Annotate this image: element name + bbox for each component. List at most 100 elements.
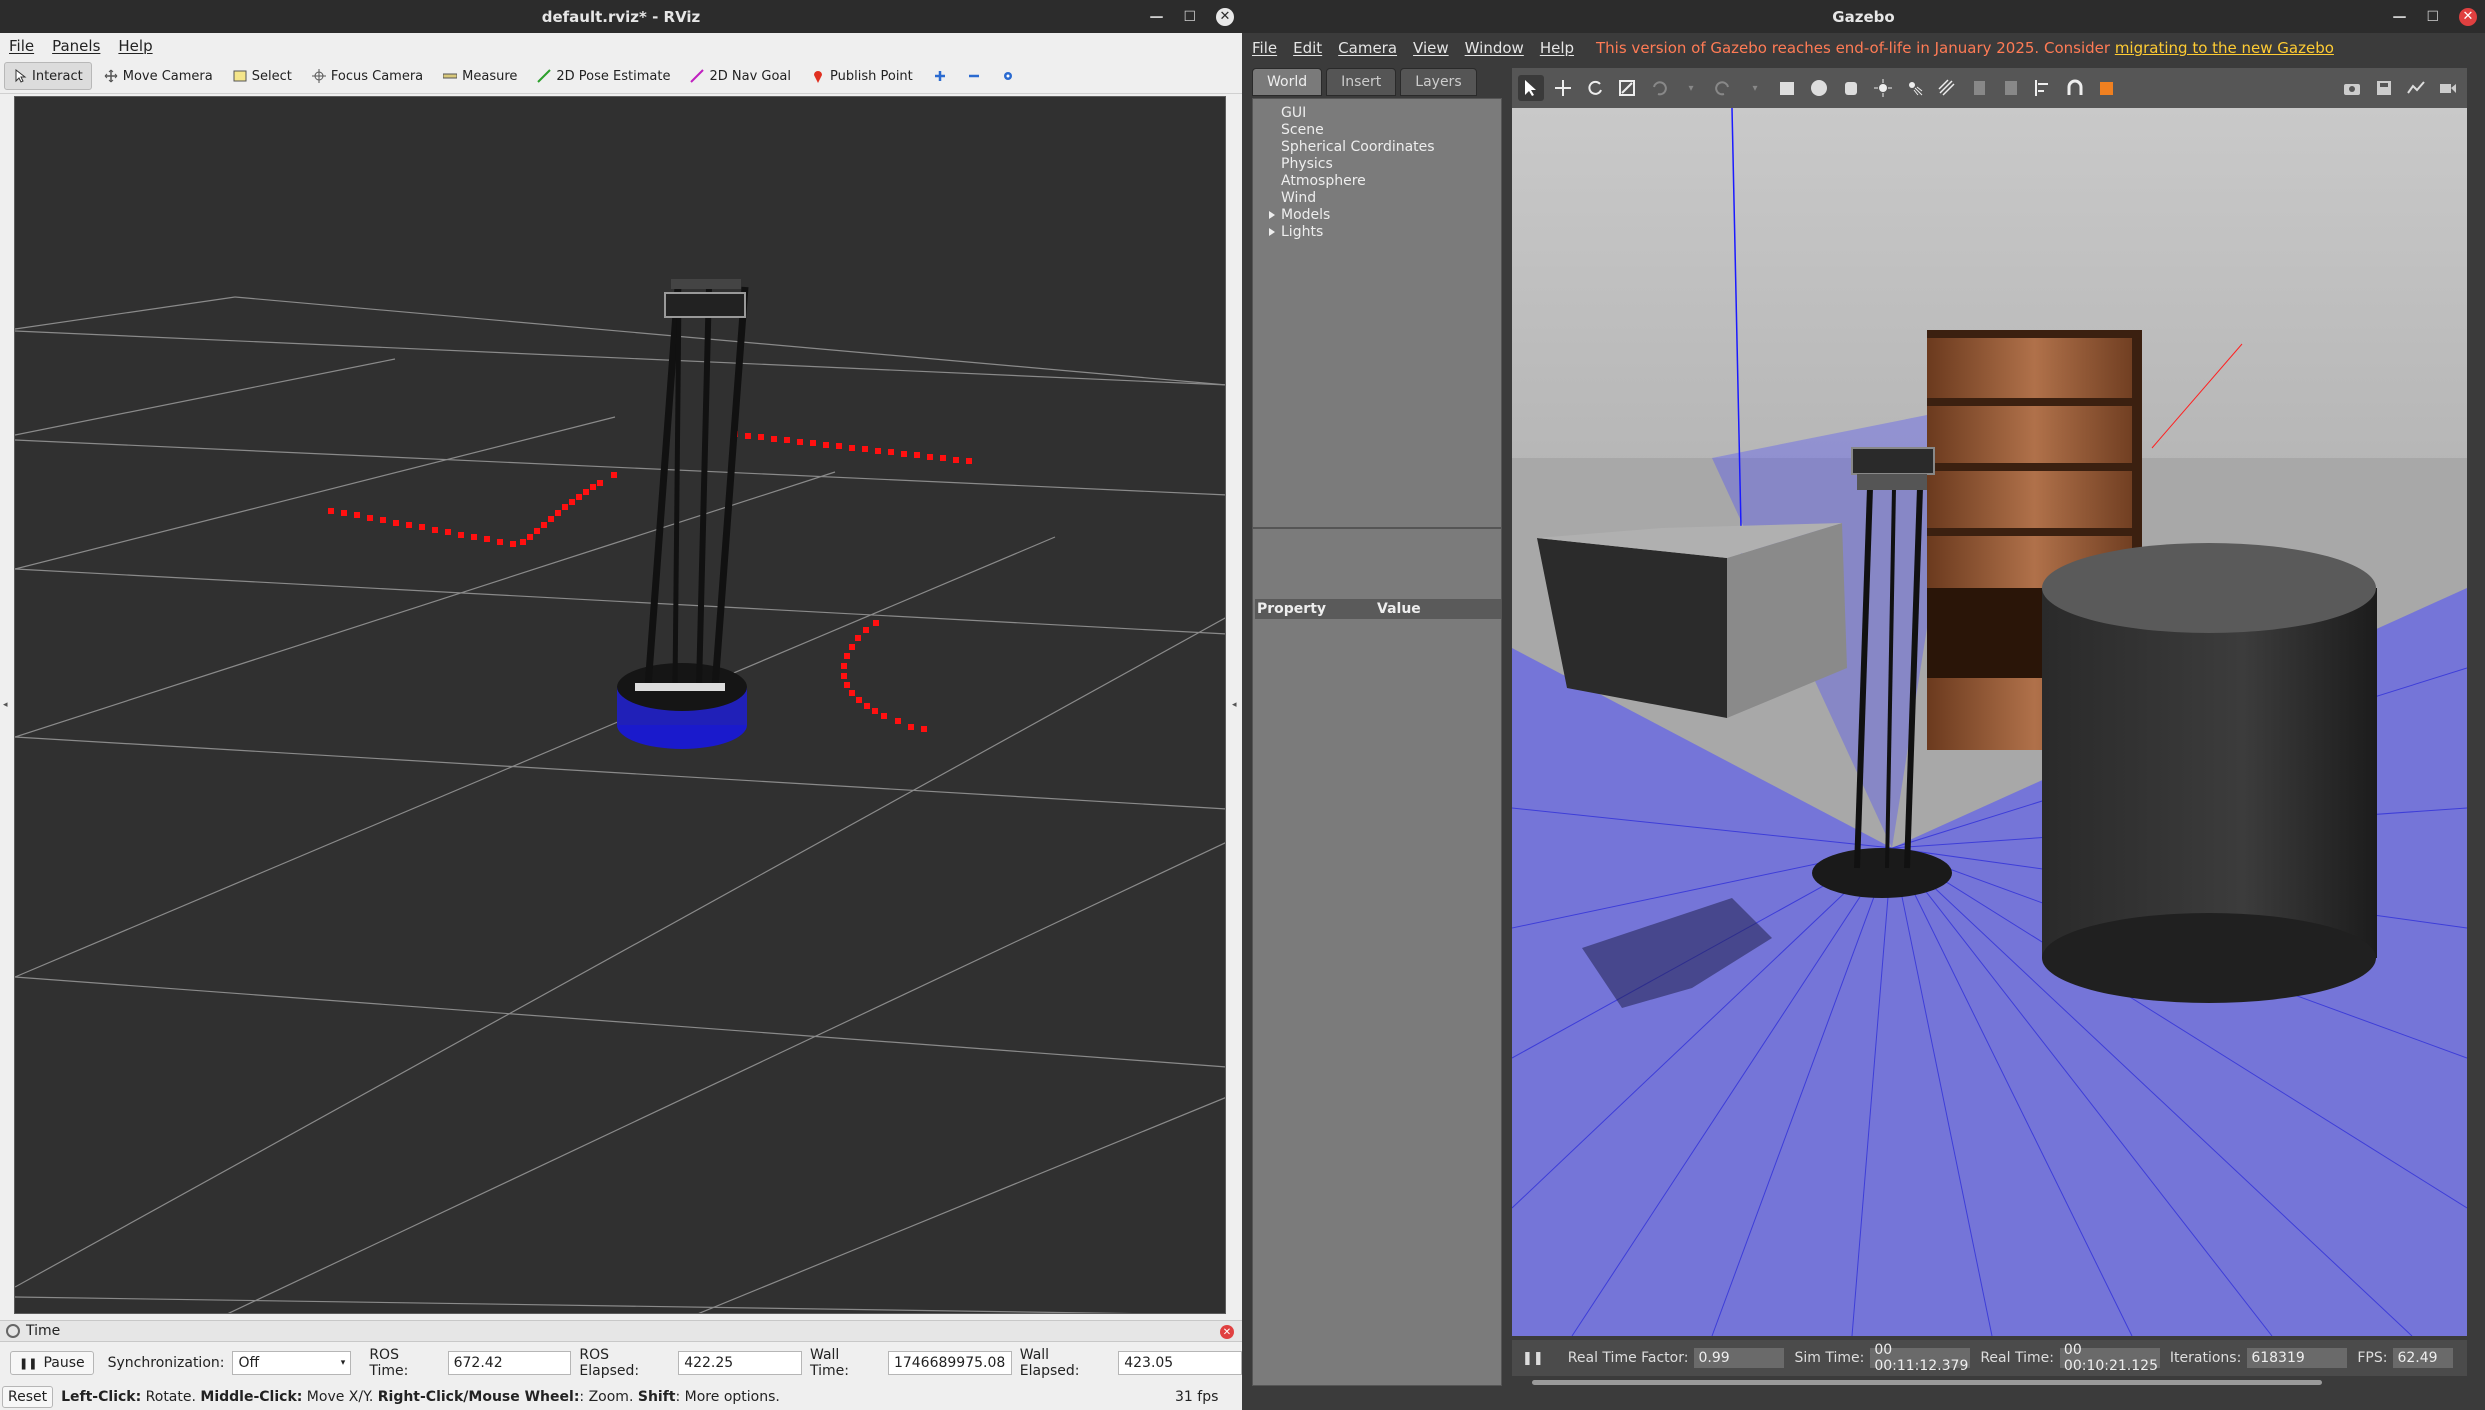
menu-edit[interactable]: Edit <box>1293 39 1322 57</box>
tool-select[interactable]: Select <box>225 62 300 90</box>
close-icon[interactable]: ✕ <box>1216 7 1234 26</box>
tool-properties-button[interactable] <box>993 62 1023 90</box>
insert-box-button[interactable] <box>1774 75 1800 101</box>
tree-item-scene[interactable]: Scene <box>1281 122 1501 139</box>
align-button[interactable] <box>2030 75 2056 101</box>
rviz-3d-view[interactable] <box>14 96 1226 1314</box>
chevron-down-icon: ▾ <box>340 1358 346 1368</box>
menu-panels[interactable]: Panels <box>52 37 100 55</box>
plus-icon <box>934 71 945 81</box>
tool-2d-nav-goal[interactable]: 2D Nav Goal <box>682 62 799 90</box>
ros-elapsed-label: ROS Elapsed: <box>579 1347 640 1379</box>
screenshot-button[interactable] <box>2339 75 2365 101</box>
ros-elapsed-field[interactable]: 422.25 <box>678 1351 802 1375</box>
paste-icon <box>2005 81 2017 95</box>
insert-cylinder-button[interactable] <box>1838 75 1864 101</box>
tab-world[interactable]: World <box>1252 68 1323 96</box>
tool-label: 2D Nav Goal <box>709 68 792 84</box>
insert-sphere-button[interactable] <box>1806 75 1832 101</box>
menu-camera[interactable]: Camera <box>1338 39 1397 57</box>
translate-mode-button[interactable] <box>1550 75 1576 101</box>
tree-item-spherical-coordinates[interactable]: Spherical Coordinates <box>1281 139 1501 156</box>
copy-button[interactable] <box>1966 75 1992 101</box>
tool-measure[interactable]: Measure <box>435 62 525 90</box>
close-panel-icon[interactable]: ✕ <box>1220 1325 1234 1339</box>
gazebo-3d-view[interactable] <box>1512 108 2467 1336</box>
tool-publish-point[interactable]: Publish Point <box>803 62 921 90</box>
add-tool-button[interactable] <box>925 62 955 90</box>
menu-view[interactable]: View <box>1413 39 1449 57</box>
tool-focus-camera[interactable]: Focus Camera <box>304 62 431 90</box>
scrollbar-thumb[interactable] <box>1532 1380 2322 1385</box>
wall-time-field[interactable]: 1746689975.08 <box>887 1351 1012 1375</box>
tree-item-gui[interactable]: GUI <box>1281 105 1501 122</box>
paste-button[interactable] <box>1998 75 2024 101</box>
directional-light-button[interactable] <box>1934 75 1960 101</box>
desktop: default.rviz* - RViz — ☐ ✕ File Panels H… <box>0 0 2485 1410</box>
tree-item-models[interactable]: Models <box>1269 207 1501 224</box>
time-panel: Time ✕ ❚❚ Pause Synchronization: Off ▾ R… <box>0 1320 1243 1410</box>
spot-light-button[interactable] <box>1902 75 1928 101</box>
redo-icon <box>1715 81 1729 96</box>
change-view-button[interactable] <box>2094 75 2120 101</box>
tool-move-camera[interactable]: Move Camera <box>96 62 221 90</box>
world-tree: GUI Scene Spherical Coordinates Physics … <box>1252 98 1502 528</box>
nav-goal-icon <box>690 69 705 83</box>
property-column-header: Property <box>1257 601 1327 617</box>
undo-button[interactable] <box>1646 75 1672 101</box>
menu-file[interactable]: File <box>1252 39 1277 57</box>
expand-arrow-icon[interactable] <box>1269 211 1275 219</box>
migration-link[interactable]: migrating to the new Gazebo <box>2115 39 2334 57</box>
maximize-icon[interactable]: ☐ <box>2426 9 2439 25</box>
menu-window[interactable]: Window <box>1465 39 1524 57</box>
sync-select[interactable]: Off ▾ <box>232 1351 352 1375</box>
pause-icon: ❚❚ <box>1522 1350 1544 1366</box>
menu-file[interactable]: File <box>9 37 34 55</box>
close-icon[interactable]: ✕ <box>2459 7 2477 26</box>
ros-time-field[interactable]: 672.42 <box>447 1351 572 1375</box>
hint-left-click: Left-Click: <box>61 1389 142 1405</box>
tree-item-label: Models <box>1281 207 1331 223</box>
rviz-titlebar[interactable]: default.rviz* - RViz — ☐ ✕ <box>0 0 1242 33</box>
pause-button[interactable]: ❚❚ Pause <box>10 1351 94 1375</box>
video-camera-icon <box>2440 84 2456 93</box>
fps-label: FPS: <box>2357 1350 2388 1366</box>
tree-item-lights[interactable]: Lights <box>1269 224 1501 241</box>
tab-layers[interactable]: Layers <box>1400 68 1477 96</box>
horizontal-scrollbar[interactable] <box>1512 1378 2467 1386</box>
redo-history-button[interactable]: ▾ <box>1742 75 1768 101</box>
log-button[interactable] <box>2371 75 2397 101</box>
minimize-icon[interactable]: — <box>1149 9 1163 25</box>
cylinder-model <box>2042 543 2377 1003</box>
ros-elapsed-value: 422.25 <box>684 1355 734 1371</box>
tree-item-atmosphere[interactable]: Atmosphere <box>1281 173 1501 190</box>
undo-history-button[interactable]: ▾ <box>1678 75 1704 101</box>
point-light-button[interactable] <box>1870 75 1896 101</box>
tool-2d-pose-estimate[interactable]: 2D Pose Estimate <box>529 62 678 90</box>
snap-button[interactable] <box>2062 75 2088 101</box>
expand-arrow-icon[interactable] <box>1269 228 1275 236</box>
pose-estimate-icon <box>537 69 552 83</box>
scale-mode-button[interactable] <box>1614 75 1640 101</box>
remove-tool-button[interactable] <box>959 62 989 90</box>
minimize-icon[interactable]: — <box>2392 9 2406 25</box>
minus-icon <box>968 74 979 78</box>
right-dock-arrow-icon[interactable]: ◂ <box>1232 700 1240 710</box>
video-record-button[interactable] <box>2435 75 2461 101</box>
maximize-icon[interactable]: ☐ <box>1183 9 1196 25</box>
menu-help[interactable]: Help <box>1540 39 1574 57</box>
tool-interact[interactable]: Interact <box>4 62 92 90</box>
tree-item-wind[interactable]: Wind <box>1281 190 1501 207</box>
left-dock-arrow-icon[interactable]: ◂ <box>3 700 11 710</box>
menu-help[interactable]: Help <box>118 37 152 55</box>
tree-item-physics[interactable]: Physics <box>1281 156 1501 173</box>
select-mode-button[interactable] <box>1518 75 1544 101</box>
plot-button[interactable] <box>2403 75 2429 101</box>
gazebo-titlebar[interactable]: Gazebo — ☐ ✕ <box>1242 0 2485 33</box>
pause-sim-button[interactable]: ❚❚ <box>1522 1351 1544 1366</box>
wall-elapsed-field[interactable]: 423.05 <box>1118 1351 1243 1375</box>
tab-insert[interactable]: Insert <box>1326 68 1397 96</box>
redo-button[interactable] <box>1710 75 1736 101</box>
rotate-mode-button[interactable] <box>1582 75 1608 101</box>
reset-button[interactable]: Reset <box>2 1386 54 1408</box>
